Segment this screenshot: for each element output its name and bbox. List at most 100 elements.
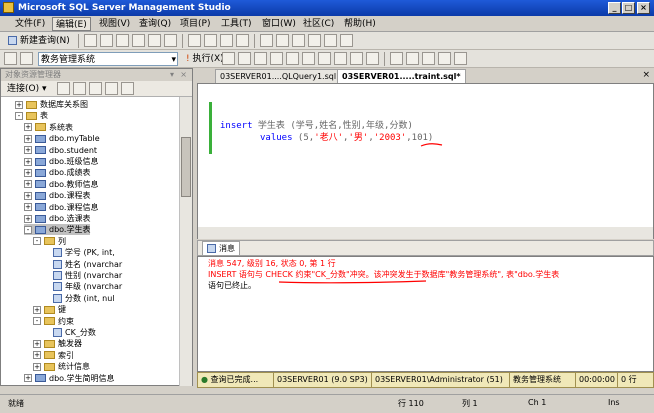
- refresh-icon[interactable]: [105, 82, 118, 95]
- vertical-scrollbar[interactable]: [179, 97, 192, 386]
- increase-indent-icon[interactable]: [438, 52, 451, 65]
- expand-icon[interactable]: +: [33, 339, 41, 348]
- maximize-button[interactable]: □: [622, 2, 635, 14]
- close-button[interactable]: ×: [637, 2, 650, 14]
- uncomment-icon[interactable]: [406, 52, 419, 65]
- menu-tools[interactable]: 工具(T): [218, 17, 255, 31]
- tree-node[interactable]: + 触发器: [33, 338, 82, 349]
- tree-node[interactable]: + dbo.学生简明信息: [24, 373, 114, 384]
- collapse-icon[interactable]: -: [33, 237, 41, 246]
- results-to-grid-icon[interactable]: [254, 52, 267, 65]
- save-icon[interactable]: [220, 34, 233, 47]
- collapse-icon[interactable]: -: [15, 111, 23, 120]
- expand-icon[interactable]: +: [24, 374, 32, 383]
- tab-messages[interactable]: 消息: [202, 241, 240, 255]
- expand-icon[interactable]: +: [33, 351, 41, 360]
- include-plan-icon[interactable]: [318, 52, 331, 65]
- tree-node[interactable]: + 系统表: [24, 122, 73, 133]
- execute-button[interactable]: ! 执行(X): [184, 52, 226, 66]
- open-file-icon[interactable]: [84, 34, 97, 47]
- horizontal-scrollbar[interactable]: [198, 227, 653, 239]
- save-all-icon[interactable]: [236, 34, 249, 47]
- expand-icon[interactable]: +: [24, 168, 32, 177]
- expand-icon[interactable]: +: [33, 305, 41, 314]
- collapse-icon[interactable]: -: [33, 317, 41, 326]
- menu-community[interactable]: 社区(C): [300, 17, 337, 31]
- expand-icon[interactable]: +: [24, 134, 32, 143]
- tree-node[interactable]: + dbo.选课表: [24, 213, 90, 224]
- specify-values-icon[interactable]: [302, 52, 315, 65]
- expand-icon[interactable]: +: [24, 157, 32, 166]
- tree-node[interactable]: 学号 (PK, int,: [42, 247, 115, 258]
- mdx-query-icon[interactable]: [132, 34, 145, 47]
- tree-node[interactable]: + dbo.课程信息: [24, 202, 98, 213]
- chevron-down-icon[interactable]: [340, 34, 353, 47]
- chevron-down-icon[interactable]: [454, 52, 467, 65]
- results-to-file-icon[interactable]: [366, 52, 379, 65]
- tree-node[interactable]: - dbo.学生表: [24, 224, 91, 236]
- menu-query[interactable]: 查询(Q): [136, 17, 174, 31]
- query-designer-icon[interactable]: [286, 52, 299, 65]
- scrollbar-thumb[interactable]: [181, 137, 191, 197]
- tab-query1[interactable]: 03SERVER01....QLQuery1.sql: [215, 69, 342, 83]
- tree-node[interactable]: + dbo.myTable: [24, 133, 100, 144]
- xmla-query-icon[interactable]: [164, 34, 177, 47]
- tree-node[interactable]: + dbo.成绩表: [24, 167, 90, 178]
- folder-icon[interactable]: [204, 34, 217, 47]
- new-query-button[interactable]: 新建查询(N): [6, 34, 72, 48]
- pin-icon[interactable]: ▾: [170, 69, 174, 81]
- query-editor[interactable]: insert 学生表 (学号,姓名,性别,年级,分数) values (5,'老…: [197, 83, 654, 239]
- connect-object-icon[interactable]: [57, 82, 70, 95]
- open-icon[interactable]: [188, 34, 201, 47]
- connect-icon[interactable]: [4, 52, 17, 65]
- connect-button[interactable]: 连接(O) ▾: [5, 82, 49, 96]
- toolbox-icon[interactable]: [324, 34, 337, 47]
- tab-constraint[interactable]: 03SERVER01.....traint.sql*: [337, 69, 466, 83]
- registered-servers-icon[interactable]: [260, 34, 273, 47]
- display-plan-icon[interactable]: [270, 52, 283, 65]
- object-explorer-icon[interactable]: [276, 34, 289, 47]
- db-engine-query-icon[interactable]: [100, 34, 113, 47]
- tree-node[interactable]: + 数据库关系图: [15, 99, 88, 110]
- minimize-button[interactable]: _: [608, 2, 621, 14]
- tree-node[interactable]: + 统计信息: [33, 361, 90, 372]
- parse-icon[interactable]: [238, 52, 251, 65]
- tree-node[interactable]: - 约束: [33, 316, 74, 327]
- close-icon[interactable]: ×: [642, 70, 650, 80]
- filter-icon[interactable]: [121, 82, 134, 95]
- tree-node[interactable]: -列: [33, 236, 66, 247]
- close-icon[interactable]: ×: [180, 69, 187, 81]
- cancel-query-icon[interactable]: [222, 52, 235, 65]
- tree-node[interactable]: 分数 (int, nul: [42, 293, 115, 304]
- tree-node[interactable]: + dbo.student: [24, 145, 97, 156]
- expand-icon[interactable]: +: [15, 100, 23, 109]
- client-stats-icon[interactable]: [334, 52, 347, 65]
- properties-icon[interactable]: [308, 34, 321, 47]
- comment-icon[interactable]: [390, 52, 403, 65]
- analysis-query-icon[interactable]: [116, 34, 129, 47]
- tree-node[interactable]: + dbo.教师信息: [24, 179, 98, 190]
- menu-file[interactable]: 文件(F): [12, 17, 48, 31]
- tree-node[interactable]: + 键: [33, 304, 66, 315]
- results-to-text-icon[interactable]: [350, 52, 363, 65]
- template-explorer-icon[interactable]: [292, 34, 305, 47]
- dmx-query-icon[interactable]: [148, 34, 161, 47]
- collapse-icon[interactable]: -: [24, 225, 32, 234]
- menu-help[interactable]: 帮助(H): [341, 17, 379, 31]
- expand-icon[interactable]: +: [24, 146, 32, 155]
- change-connection-icon[interactable]: [20, 52, 33, 65]
- expand-icon[interactable]: +: [24, 123, 32, 132]
- menu-project[interactable]: 项目(P): [177, 17, 213, 31]
- tree-node[interactable]: + 索引: [33, 350, 74, 361]
- tree-node[interactable]: 姓名 (nvarchar: [42, 259, 122, 270]
- tree-node[interactable]: + dbo.班级信息: [24, 156, 98, 167]
- tree-node[interactable]: -表: [15, 110, 48, 121]
- menu-view[interactable]: 视图(V): [96, 17, 133, 31]
- database-select[interactable]: 教务管理系统 ▾: [38, 52, 178, 66]
- tree-node[interactable]: 年级 (nvarchar: [42, 281, 122, 292]
- expand-icon[interactable]: +: [24, 191, 32, 200]
- stop-icon[interactable]: [89, 82, 102, 95]
- tree-node[interactable]: + dbo.课程表: [24, 190, 90, 201]
- menu-edit[interactable]: 编辑(E): [52, 17, 91, 31]
- expand-icon[interactable]: +: [24, 214, 32, 223]
